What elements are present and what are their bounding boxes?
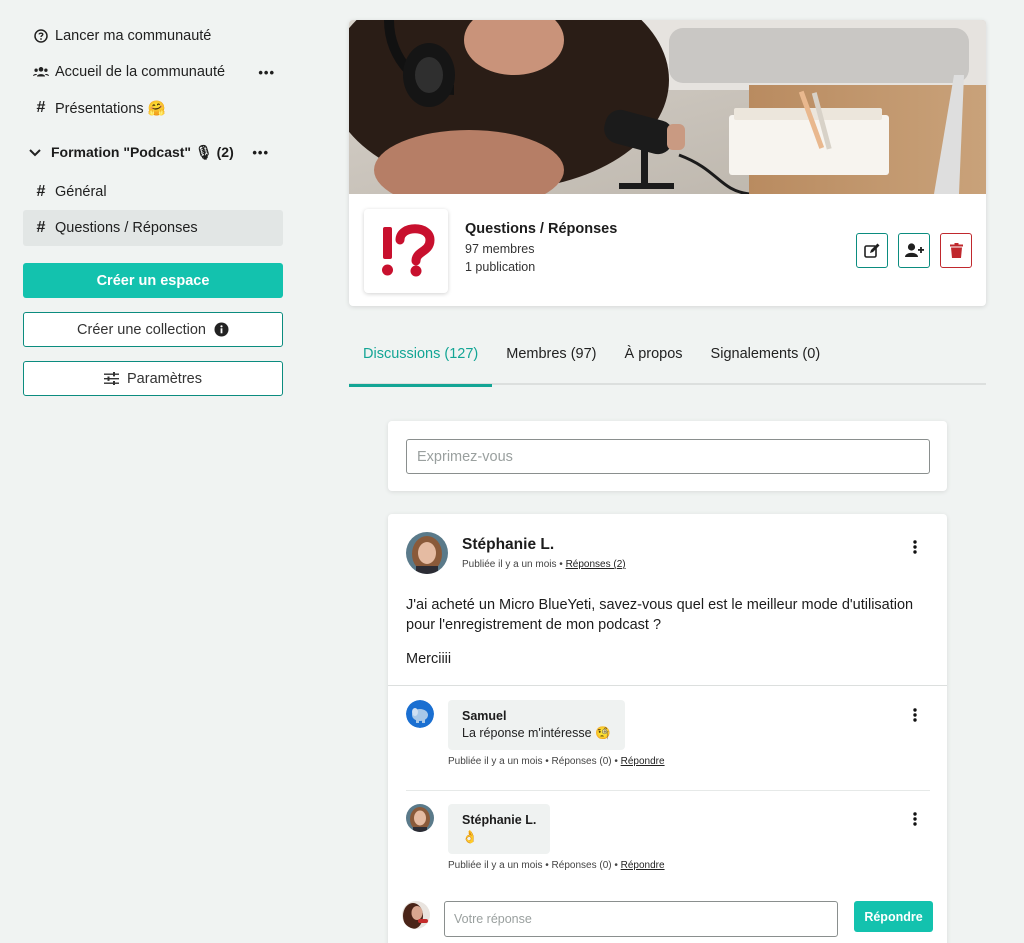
space-header-card: Questions / Réponses 97 membres 1 public…	[349, 20, 986, 306]
hash-icon: #	[36, 99, 46, 116]
avatar[interactable]	[406, 532, 448, 574]
space-meta: Questions / Réponses 97 membres 1 public…	[465, 209, 617, 278]
reply-published: Publiée il y a un mois • Réponses (0) •	[448, 756, 621, 767]
edit-icon	[864, 243, 880, 259]
sidebar-item-label: Lancer ma communauté	[55, 28, 212, 44]
tab-reports[interactable]: Signalements (0)	[697, 335, 835, 385]
reply-author-name[interactable]: Stéphanie L.	[462, 813, 536, 827]
reply-composer: Répondre	[402, 899, 934, 939]
tab-members[interactable]: Membres (97)	[492, 335, 610, 385]
space-publication-count: 1 publication	[465, 260, 536, 274]
more-options-icon[interactable]: •••	[258, 65, 275, 80]
reply-text: 👌	[462, 830, 478, 844]
reply-bubble: Stéphanie L. 👌	[448, 804, 551, 854]
space-member-count: 97 membres	[465, 242, 535, 256]
reply-more-icon[interactable]	[905, 809, 925, 829]
add-member-button[interactable]	[898, 233, 930, 268]
post-divider	[388, 685, 947, 686]
avatar[interactable]	[406, 804, 434, 832]
sidebar-item-label: Général	[55, 184, 107, 200]
more-options-icon[interactable]: •••	[252, 145, 269, 160]
space-logo	[364, 209, 448, 293]
sliders-icon	[104, 372, 120, 385]
cover-image	[349, 20, 986, 194]
post-paragraph: Merciiii	[406, 651, 452, 667]
sidebar-item-label: Présentations 🤗	[55, 100, 166, 117]
hash-icon: #	[36, 219, 46, 236]
avatar[interactable]	[406, 700, 434, 728]
add-member-icon	[904, 243, 924, 258]
space-title: Questions / Réponses	[465, 221, 618, 237]
reply-published: Publiée il y a un mois • Réponses (0) •	[448, 860, 621, 871]
tab-discussions[interactable]: Discussions (127)	[349, 335, 493, 387]
sidebar-group-formation-podcast[interactable]: Formation "Podcast" 🎙 (2) •••	[23, 134, 283, 170]
reply-item: Samuel La réponse m'intéresse 🧐 Publiée …	[406, 700, 930, 770]
users-icon	[33, 64, 49, 80]
tab-about[interactable]: À propos	[611, 335, 697, 385]
space-actions	[856, 233, 972, 268]
reply-input[interactable]	[444, 901, 838, 937]
post-body: J'ai acheté un Micro BlueYeti, savez-vou…	[406, 595, 936, 683]
reply-link[interactable]: Répondre	[621, 756, 665, 767]
reply-link[interactable]: Répondre	[621, 860, 665, 871]
help-circle-icon	[33, 28, 49, 44]
delete-space-button[interactable]	[940, 233, 972, 268]
post-author: Stéphanie L. Publiée il y a un mois • Ré…	[462, 536, 626, 570]
reply-meta: Publiée il y a un mois • Réponses (0) • …	[448, 756, 665, 767]
post-published: Publiée il y a un mois •	[462, 559, 566, 570]
sidebar: Lancer ma communauté Accueil de la commu…	[23, 18, 283, 396]
post-header: Stéphanie L. Publiée il y a un mois • Ré…	[406, 532, 626, 574]
reply-item: Stéphanie L. 👌 Publiée il y a un mois • …	[406, 804, 930, 874]
reply-bubble: Samuel La réponse m'intéresse 🧐	[448, 700, 625, 750]
reply-text: La réponse m'intéresse 🧐	[462, 726, 611, 740]
hash-icon: #	[36, 183, 46, 200]
sidebar-item-label: Questions / Réponses	[55, 220, 198, 236]
trash-icon	[949, 243, 963, 258]
sidebar-item-presentations[interactable]: # Présentations 🤗	[23, 90, 283, 126]
space-info: Questions / Réponses 97 membres 1 public…	[364, 209, 617, 293]
reply-author-name[interactable]: Samuel	[462, 709, 611, 723]
post-meta: Publiée il y a un mois • Réponses (2)	[462, 559, 626, 570]
post-paragraph: J'ai acheté un Micro BlueYeti, savez-vou…	[406, 597, 914, 633]
create-collection-button[interactable]: Créer une collection	[23, 312, 283, 347]
sidebar-item-launch-community[interactable]: Lancer ma communauté	[23, 18, 283, 54]
info-icon[interactable]	[214, 322, 229, 337]
post-card: Stéphanie L. Publiée il y a un mois • Ré…	[388, 514, 947, 943]
current-user-avatar	[402, 901, 430, 929]
post-input[interactable]	[406, 439, 930, 474]
post-author-name[interactable]: Stéphanie L.	[462, 536, 626, 554]
submit-reply-button[interactable]: Répondre	[854, 901, 933, 932]
create-collection-label: Créer une collection	[77, 321, 206, 338]
edit-space-button[interactable]	[856, 233, 888, 268]
sidebar-item-label: Accueil de la communauté	[55, 64, 226, 80]
settings-label: Paramètres	[127, 370, 202, 387]
chevron-down-icon[interactable]	[27, 144, 43, 160]
space-tabs: Discussions (127) Membres (97) À propos …	[349, 335, 986, 387]
reply-divider	[406, 790, 930, 791]
sidebar-group-label: Formation "Podcast" 🎙 (2)	[51, 143, 234, 160]
settings-button[interactable]: Paramètres	[23, 361, 283, 396]
sidebar-item-community-home[interactable]: Accueil de la communauté •••	[23, 54, 283, 90]
sidebar-item-questions-reponses[interactable]: # Questions / Réponses	[23, 210, 283, 246]
create-space-button[interactable]: Créer un espace	[23, 263, 283, 298]
post-composer	[388, 421, 947, 491]
sidebar-item-general[interactable]: # Général	[23, 174, 283, 210]
replies-link[interactable]: Réponses (2)	[566, 559, 626, 570]
post-more-icon[interactable]	[905, 537, 925, 557]
reply-meta: Publiée il y a un mois • Réponses (0) • …	[448, 860, 665, 871]
reply-more-icon[interactable]	[905, 705, 925, 725]
